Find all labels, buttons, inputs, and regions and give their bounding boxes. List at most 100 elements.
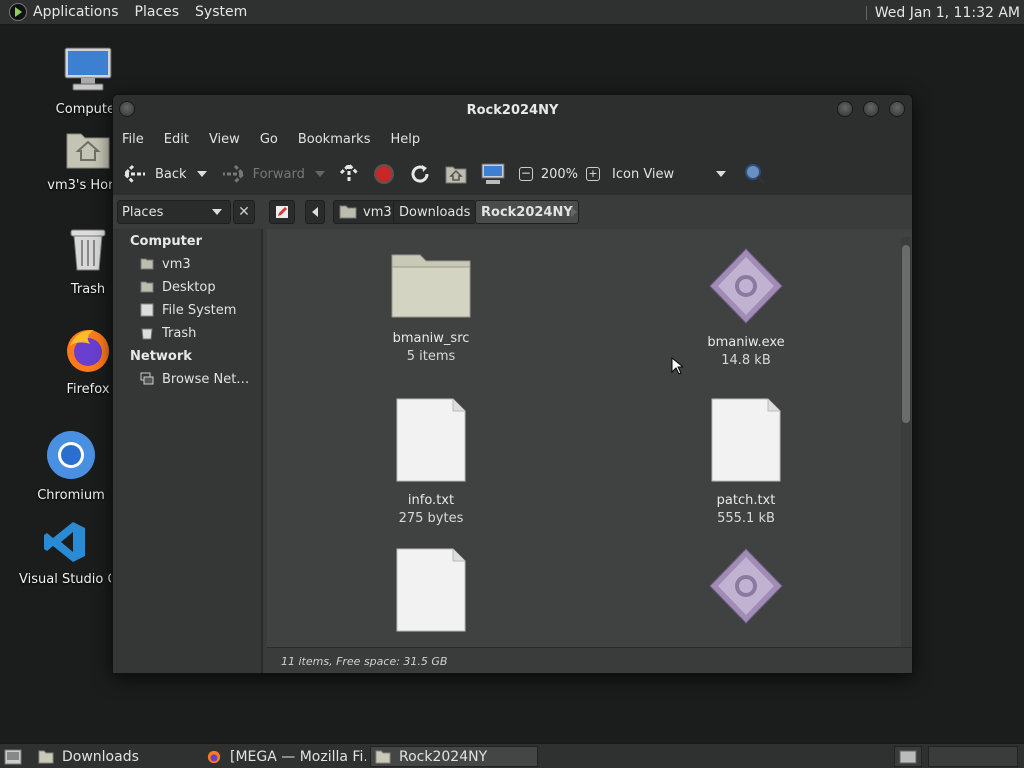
breadcrumb-scroll-left[interactable] — [305, 200, 325, 224]
breadcrumb-downloads[interactable]: Downloads — [393, 200, 477, 224]
workspace-switcher[interactable] — [894, 746, 922, 767]
view-mode-select[interactable]: Icon View — [612, 167, 727, 182]
location-bar: Places ✕ vm3 Downloads Rock2024NY — [113, 195, 912, 229]
stop-button[interactable] — [373, 163, 395, 185]
file-item-folder[interactable]: bmaniw_src 5 items — [356, 247, 506, 364]
file-name: patch.txt — [716, 493, 776, 508]
places-dropdown[interactable]: Places — [117, 200, 231, 224]
menu-system[interactable]: System — [195, 4, 247, 20]
places-dropdown-label: Places — [122, 204, 164, 220]
sidebar-item-label: Desktop — [162, 279, 216, 295]
menu-places[interactable]: Places — [135, 4, 180, 20]
file-icon-view[interactable]: bmaniw_src 5 items bmaniw.exe 14.8 kB in… — [267, 229, 912, 647]
text-file-icon — [396, 548, 466, 632]
trash-icon — [141, 328, 153, 340]
zoom-out-icon: − — [518, 166, 533, 181]
file-item-executable[interactable]: bmaniw.exe 14.8 kB — [671, 247, 821, 368]
chevron-right-icon[interactable] — [571, 207, 577, 217]
reload-button[interactable] — [409, 163, 431, 185]
sidebar-item-vm3[interactable]: vm3 — [140, 254, 191, 274]
zoom-level[interactable]: 200% — [541, 167, 578, 182]
show-desktop-button[interactable] — [2, 746, 24, 767]
executable-icon — [709, 548, 783, 624]
applications-logo-icon[interactable] — [9, 3, 27, 21]
breadcrumb-label: vm3 — [363, 204, 392, 220]
up-button[interactable] — [339, 163, 359, 185]
menu-go[interactable]: Go — [260, 132, 278, 147]
sidebar-item-desktop[interactable]: Desktop — [140, 277, 216, 297]
maximize-button[interactable] — [863, 101, 879, 117]
sidebar-item-file-system[interactable]: File System — [140, 300, 236, 320]
executable-icon — [709, 248, 783, 324]
window-menu-button[interactable] — [119, 101, 135, 117]
sidebar-item-label: File System — [162, 302, 237, 318]
reload-icon — [411, 165, 429, 183]
breadcrumb-rock2024ny[interactable]: Rock2024NY — [475, 200, 579, 224]
taskbar-item-downloads[interactable]: Downloads — [34, 746, 198, 767]
file-item-text[interactable]: info.txt 275 bytes — [356, 397, 506, 526]
zoom-in-button[interactable]: + — [586, 167, 601, 181]
close-button[interactable] — [889, 101, 905, 117]
chevron-down-icon[interactable] — [196, 171, 207, 177]
taskbar-item-rock2024ny[interactable]: Rock2024NY — [370, 746, 538, 767]
clock[interactable]: Wed Jan 1, 11:32 AM — [865, 0, 1020, 25]
minimize-button[interactable] — [837, 101, 853, 117]
back-label: Back — [155, 166, 187, 182]
folder-icon — [38, 750, 54, 763]
menu-bookmarks[interactable]: Bookmarks — [298, 132, 371, 147]
clock-text: Wed Jan 1, 11:32 AM — [874, 4, 1020, 21]
zoom-out-button[interactable]: − — [518, 166, 533, 181]
computer-icon — [481, 163, 505, 184]
desktop-icon-vscode[interactable]: Visual Studio Code — [19, 520, 111, 587]
taskbar-item-firefox[interactable]: [MEGA — Mozilla Fi… — [202, 746, 366, 767]
sidebar-heading-network: Network — [130, 349, 192, 364]
file-item-executable[interactable] — [671, 547, 821, 635]
workspace-empty-slot[interactable] — [928, 746, 1018, 767]
up-arrow-icon — [339, 163, 358, 183]
bottom-panel: Downloads [MEGA — Mozilla Fi… Rock2024NY — [0, 743, 1024, 768]
desktop-icon-chromium[interactable]: Chromium — [23, 430, 119, 503]
computer-button[interactable] — [481, 163, 505, 185]
sidebar-item-trash[interactable]: Trash — [140, 323, 196, 343]
close-sidebar-button[interactable]: ✕ — [233, 200, 255, 224]
search-button[interactable] — [744, 163, 766, 185]
chevron-down-icon — [212, 209, 222, 215]
home-folder-icon — [140, 258, 154, 270]
firefox-icon — [67, 330, 109, 372]
folder-icon — [391, 254, 471, 318]
menu-bar: File Edit View Go Bookmarks Help — [113, 125, 912, 153]
zoom-level-text: 200% — [540, 166, 579, 182]
back-button[interactable]: Back — [123, 164, 207, 184]
desktop-icon-label: Chromium — [37, 488, 105, 503]
title-bar[interactable]: Rock2024NY — [113, 95, 912, 125]
firefox-icon — [207, 750, 221, 763]
status-bar: 11 items, Free space: 31.5 GB — [267, 647, 912, 673]
menu-edit[interactable]: Edit — [164, 132, 189, 147]
menu-applications[interactable]: Applications — [33, 4, 119, 20]
top-panel: Applications Places System Wed Jan 1, 11… — [0, 0, 1024, 25]
home-button[interactable] — [445, 164, 467, 184]
close-icon: ✕ — [238, 204, 250, 220]
file-info: 555.1 kB — [717, 511, 775, 526]
breadcrumb-vm3[interactable]: vm3 — [333, 200, 398, 224]
forward-button[interactable]: Forward — [221, 164, 325, 184]
edit-location-button[interactable] — [269, 200, 295, 224]
panel-separator — [865, 5, 867, 20]
menu-file[interactable]: File — [122, 132, 144, 147]
breadcrumb-label: Downloads — [399, 204, 471, 220]
chevron-down-icon[interactable] — [314, 171, 325, 177]
home-folder-icon — [445, 166, 467, 184]
menu-help[interactable]: Help — [390, 132, 420, 147]
file-item-text[interactable] — [356, 547, 506, 643]
sidebar-heading-computer: Computer — [130, 234, 203, 249]
scrollbar-thumb[interactable] — [902, 245, 910, 423]
vertical-scrollbar[interactable] — [901, 237, 911, 647]
file-info: 275 bytes — [398, 511, 464, 526]
computer-icon — [64, 47, 112, 91]
file-item-text[interactable]: patch.txt 555.1 kB — [671, 397, 821, 526]
zoom-in-icon: + — [586, 167, 601, 181]
status-text: 11 items, Free space: 31.5 GB — [281, 655, 448, 668]
sidebar-item-browse-network[interactable]: Browse Net… — [140, 369, 249, 389]
drive-icon — [140, 303, 154, 317]
menu-view[interactable]: View — [209, 132, 240, 147]
